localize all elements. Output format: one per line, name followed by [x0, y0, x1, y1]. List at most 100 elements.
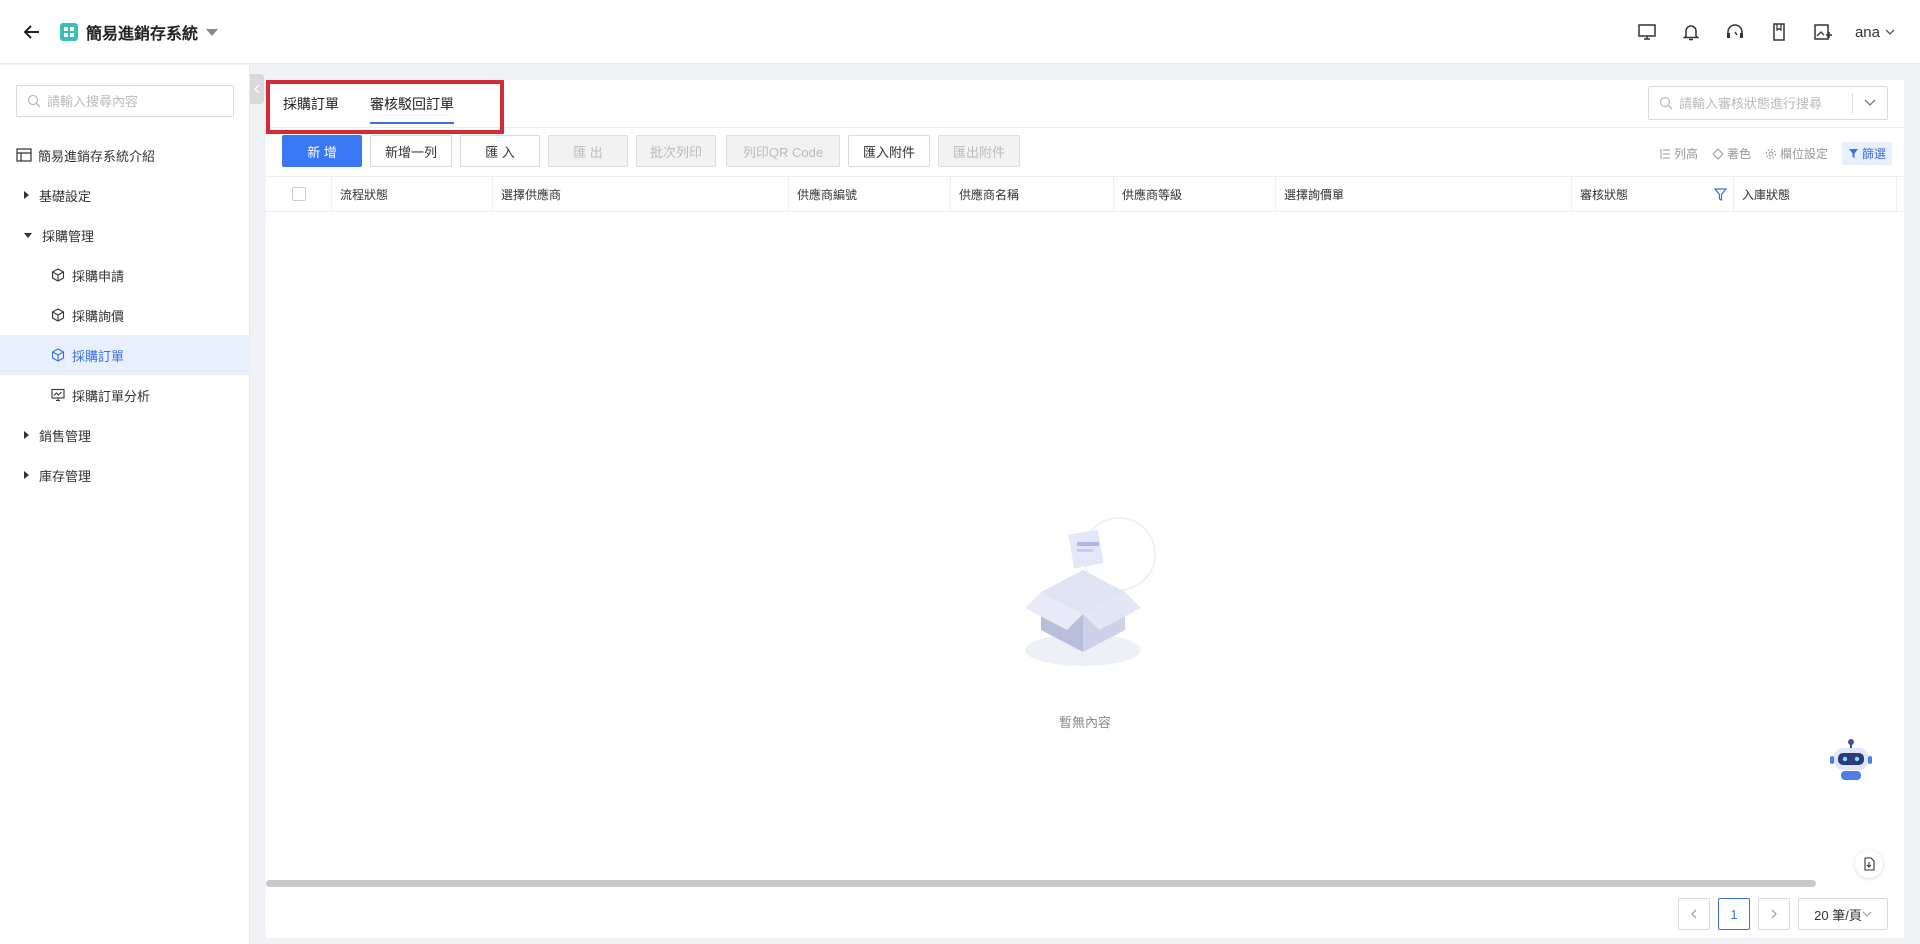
app-logo-icon: [60, 22, 78, 41]
print-qr-code-button[interactable]: 列印QR Code: [726, 135, 840, 167]
user-menu[interactable]: ana: [1855, 24, 1896, 41]
pagination: 1 20 筆/頁: [1678, 898, 1888, 930]
app-switch-caret-icon[interactable]: [206, 29, 219, 36]
caret-right-icon: [24, 191, 29, 199]
filter-label: 篩選: [1861, 147, 1886, 161]
toolbar-right-actions: 列高 著色 欄位設定 篩選: [1659, 142, 1892, 165]
empty-state: 暫無內容: [266, 212, 1904, 872]
sidebar-item-purchase-management[interactable]: 採購管理: [0, 215, 250, 255]
add-button[interactable]: 新 增: [282, 135, 362, 167]
sidebar-item-purchase-inquiry[interactable]: 採購詢價: [0, 295, 250, 335]
sidebar: 簡易進銷存系統介紹 基礎設定 採購管理 採購申請 採購詢價 採購訂單: [0, 65, 250, 944]
monitor-icon[interactable]: [1635, 20, 1659, 44]
sidebar-item-label: 採購訂單分析: [72, 388, 151, 404]
bookmark-icon[interactable]: [1767, 20, 1791, 44]
page-size-select[interactable]: 20 筆/頁: [1798, 898, 1888, 930]
back-arrow-icon[interactable]: [20, 20, 44, 44]
sidebar-collapse-handle[interactable]: [250, 74, 264, 104]
toolbar: 新 增 新增一列 匯 入 匯 出 批次列印 列印QR Code 匯入附件 匯出附…: [266, 128, 1904, 176]
chevron-down-icon[interactable]: [1863, 95, 1877, 109]
coloring-button[interactable]: 著色: [1712, 145, 1751, 162]
chevron-left-icon: [1691, 909, 1697, 919]
assistant-robot-icon[interactable]: [1826, 734, 1876, 784]
filter-button[interactable]: 篩選: [1841, 142, 1892, 165]
search-icon: [27, 94, 41, 108]
column-header[interactable]: 流程狀態: [332, 177, 493, 211]
column-header[interactable]: 入庫狀態: [1734, 177, 1897, 211]
headset-icon[interactable]: [1723, 20, 1747, 44]
status-filter-search[interactable]: [1648, 86, 1888, 120]
sidebar-search-box[interactable]: [16, 85, 234, 117]
status-filter-input[interactable]: [1679, 95, 1849, 111]
chevron-left-icon: [254, 84, 260, 94]
caret-down-icon: [24, 232, 32, 238]
next-page-button[interactable]: [1758, 898, 1790, 930]
export-attachments-button[interactable]: 匯出附件: [938, 135, 1020, 167]
cube-icon: [50, 307, 66, 323]
bell-icon[interactable]: [1679, 20, 1703, 44]
sidebar-item-basic-settings[interactable]: 基礎設定: [0, 175, 250, 215]
top-bar: 簡易進銷存系統 ana: [0, 0, 1920, 64]
tab-bar: 採購訂單 審核駁回訂單: [266, 80, 1904, 134]
sidebar-item-purchase-order-analysis[interactable]: 採購訂單分析: [0, 375, 250, 415]
sidebar-item-label: 基礎設定: [39, 188, 92, 204]
batch-print-button[interactable]: 批次列印: [636, 135, 716, 167]
chevron-down-icon: [1862, 911, 1872, 917]
prev-page-button[interactable]: [1678, 898, 1710, 930]
sidebar-item-label: 簡易進銷存系統介紹: [38, 148, 156, 164]
app-title[interactable]: 簡易進銷存系統: [86, 20, 198, 44]
caret-right-icon: [24, 471, 29, 479]
horizontal-scrollbar[interactable]: [266, 880, 1816, 887]
gear-icon: [1765, 148, 1776, 159]
column-settings-button[interactable]: 欄位設定: [1765, 145, 1828, 162]
chevron-down-icon: [1885, 29, 1895, 35]
filter-icon: [1848, 149, 1858, 158]
table-layout-icon: [16, 147, 32, 163]
top-right-actions: ana: [1635, 0, 1896, 64]
import-button[interactable]: 匯 入: [460, 135, 540, 167]
select-all-cell: [266, 177, 332, 211]
empty-text: 暫無內容: [1058, 715, 1111, 730]
import-attachments-button[interactable]: 匯入附件: [848, 135, 930, 167]
column-header-audit-status[interactable]: 審核狀態: [1572, 177, 1734, 211]
column-header[interactable]: 供應商名稱: [951, 177, 1114, 211]
add-row-button[interactable]: 新增一列: [370, 135, 452, 167]
chevron-right-icon: [1771, 909, 1777, 919]
sidebar-item-sales-management[interactable]: 銷售管理: [0, 415, 250, 455]
sidebar-item-intro[interactable]: 簡易進銷存系統介紹: [0, 135, 250, 175]
chart-monitor-icon: [50, 387, 66, 403]
paint-bucket-icon: [1712, 147, 1724, 160]
row-height-icon: [1660, 148, 1670, 159]
sidebar-item-inventory-management[interactable]: 庫存管理: [0, 455, 250, 495]
sidebar-item-label: 採購訂單: [72, 348, 125, 364]
cube-icon: [50, 347, 66, 363]
column-header[interactable]: 供應商等級: [1114, 177, 1276, 211]
coloring-label: 著色: [1726, 147, 1751, 161]
user-name: ana: [1854, 23, 1880, 41]
filter-icon[interactable]: [1714, 188, 1727, 201]
column-header-label: 審核狀態: [1580, 187, 1629, 202]
main-panel: 採購訂單 審核駁回訂單 新 增 新增一列 匯 入 匯 出 批次列印 列印QR C…: [266, 80, 1904, 938]
empty-box-illustration: [1001, 512, 1171, 675]
column-header[interactable]: 供應商編號: [789, 177, 951, 211]
sidebar-item-label: 採購管理: [42, 228, 95, 244]
column-header[interactable]: 選擇供應商: [493, 177, 789, 211]
page-number-button[interactable]: 1: [1718, 898, 1750, 930]
sidebar-item-label: 採購詢價: [72, 308, 125, 324]
search-icon: [1659, 96, 1673, 110]
file-export-icon[interactable]: [1855, 850, 1883, 878]
sidebar-item-label: 庫存管理: [39, 468, 92, 484]
highlight-box: [266, 80, 504, 134]
column-header[interactable]: 選擇詢價單: [1276, 177, 1572, 211]
row-height-label: 列高: [1673, 147, 1698, 161]
row-height-button[interactable]: 列高: [1659, 145, 1698, 162]
sidebar-search-input[interactable]: [47, 93, 227, 109]
table-header: 流程狀態 選擇供應商 供應商編號 供應商名稱 供應商等級 選擇詢價單 審核狀態 …: [266, 176, 1904, 212]
column-settings-label: 欄位設定: [1779, 147, 1828, 161]
export-button[interactable]: 匯 出: [548, 135, 628, 167]
select-all-checkbox[interactable]: [291, 187, 306, 201]
cube-icon: [50, 267, 66, 283]
sidebar-item-purchase-request[interactable]: 採購申請: [0, 255, 250, 295]
sidebar-item-purchase-order[interactable]: 採購訂單: [0, 335, 250, 375]
image-add-icon[interactable]: [1811, 20, 1835, 44]
